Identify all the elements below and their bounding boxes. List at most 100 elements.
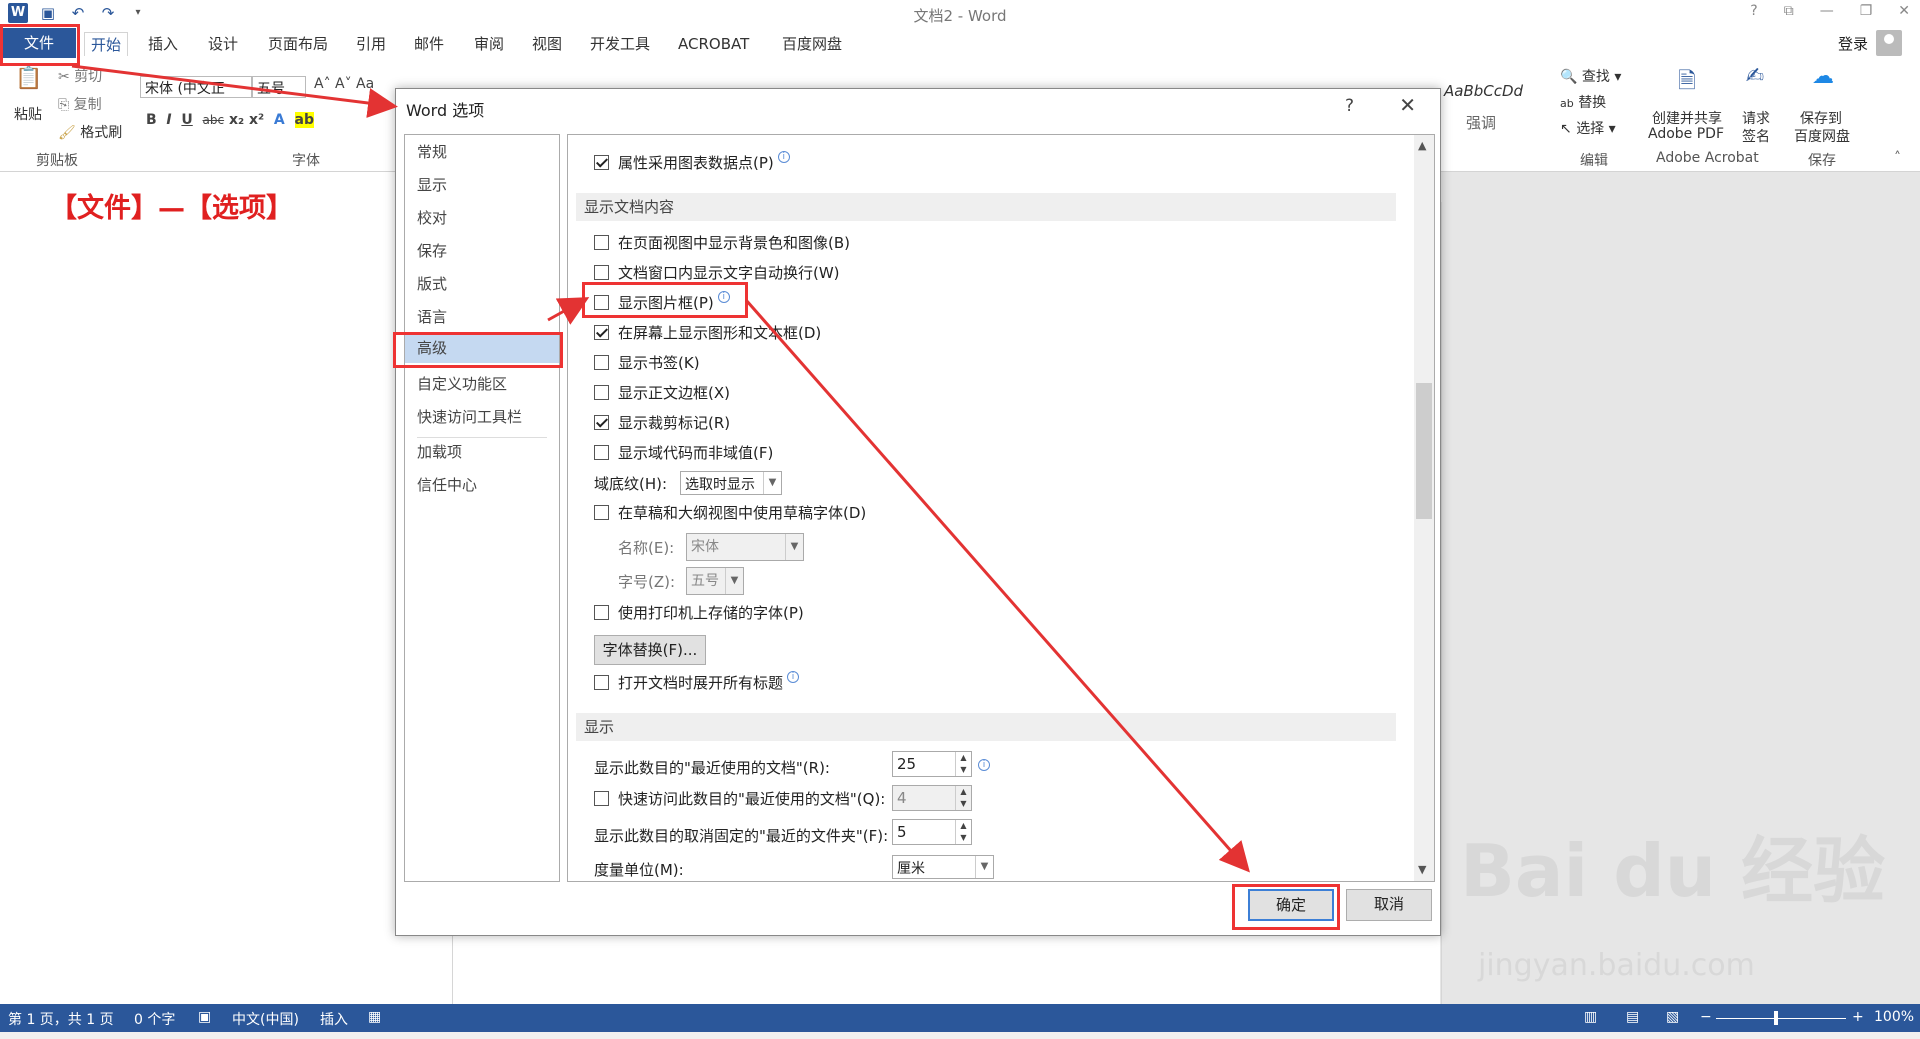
font-substitution-button[interactable]: 字体替换(F)...	[594, 635, 706, 665]
language-status[interactable]: 中文(中国)	[232, 1009, 299, 1029]
nav-trust-center[interactable]: 信任中心	[405, 470, 559, 500]
checkbox[interactable]	[594, 604, 609, 620]
tab-acrobat[interactable]: ACROBAT	[672, 32, 755, 56]
macro-icon[interactable]: ▦	[368, 1009, 381, 1025]
help-button[interactable]: ?	[1750, 3, 1757, 19]
tab-home[interactable]: 开始	[84, 32, 129, 56]
dialog-help-button[interactable]: ?	[1345, 96, 1354, 116]
option-picture-placeholders[interactable]: 显示图片框(P) i	[594, 291, 730, 313]
tab-view[interactable]: 视图	[526, 32, 568, 56]
sign-in[interactable]: 登录	[1838, 30, 1902, 56]
style-sample[interactable]: AaBbCcDd	[1444, 82, 1523, 100]
zoom-slider-thumb[interactable]	[1774, 1011, 1778, 1025]
tab-layout[interactable]: 页面布局	[262, 32, 334, 56]
print-layout-icon[interactable]: ▤	[1626, 1009, 1639, 1025]
checkbox[interactable]	[594, 384, 609, 400]
request-label[interactable]: 请求	[1742, 108, 1770, 128]
option-field-codes[interactable]: 显示域代码而非域值(F)	[594, 441, 773, 463]
draft-font-size-select[interactable]: 五号 ▼	[686, 567, 744, 595]
copy-button[interactable]: ⎘ 复制	[58, 94, 102, 114]
checkbox[interactable]	[594, 790, 609, 806]
option-drawings-textboxes[interactable]: 在屏幕上显示图形和文本框(D)	[594, 321, 821, 343]
option-expand-headings[interactable]: 打开文档时展开所有标题 i	[594, 671, 800, 693]
proofing-icon[interactable]: ▣	[198, 1009, 211, 1025]
nav-general[interactable]: 常规	[405, 137, 559, 167]
option-quick-access-recent[interactable]: 快速访问此数目的"最近使用的文档"(Q):	[594, 787, 885, 809]
nav-language[interactable]: 语言	[405, 302, 559, 332]
checkbox-checked[interactable]	[594, 414, 609, 430]
scroll-down-icon[interactable]: ▼	[1418, 863, 1426, 876]
format-painter-button[interactable]: 🖌 格式刷	[58, 122, 122, 142]
nav-advanced[interactable]: 高级	[405, 333, 559, 363]
font-format-buttons[interactable]: B I U abc x₂ x² A ab	[146, 112, 314, 128]
scroll-up-icon[interactable]: ▲	[1418, 139, 1426, 152]
ribbon-display-icon[interactable]: ⧉	[1784, 3, 1794, 19]
sign-label[interactable]: 签名	[1742, 126, 1770, 146]
zoom-slider[interactable]	[1716, 1018, 1846, 1019]
nav-display[interactable]: 显示	[405, 170, 559, 200]
recent-docs-spinner[interactable]: 25 ▲ ▼	[892, 751, 972, 777]
tab-review[interactable]: 审阅	[468, 32, 510, 56]
create-pdf-label[interactable]: 创建并共享	[1652, 108, 1722, 128]
dialog-close-icon[interactable]: ✕	[1399, 93, 1416, 117]
checkbox[interactable]	[594, 504, 609, 520]
nav-typography[interactable]: 版式	[405, 269, 559, 299]
option-text-wrap[interactable]: 文档窗口内显示文字自动换行(W)	[594, 261, 840, 283]
quick-access-spinner[interactable]: 4 ▲ ▼	[892, 785, 972, 811]
checkbox-checked[interactable]	[594, 154, 609, 170]
tab-mailings[interactable]: 邮件	[408, 32, 450, 56]
baidu-pan-icon[interactable]: ☁	[1808, 64, 1838, 94]
cancel-button[interactable]: 取消	[1346, 889, 1432, 921]
spinner-arrows-icon[interactable]: ▲ ▼	[955, 786, 971, 810]
content-scrollbar[interactable]: ▲ ▼	[1414, 135, 1434, 881]
unpinned-folders-spinner[interactable]: 5 ▲ ▼	[892, 819, 972, 845]
word-count[interactable]: 0 个字	[134, 1009, 175, 1029]
paste-icon[interactable]: 📋	[14, 66, 44, 96]
web-layout-icon[interactable]: ▧	[1666, 1009, 1679, 1025]
close-icon[interactable]: ✕	[1898, 3, 1910, 19]
spinner-arrows-icon[interactable]: ▲ ▼	[955, 820, 971, 844]
option-bookmarks[interactable]: 显示书签(K)	[594, 351, 700, 373]
option-text-boundaries[interactable]: 显示正文边框(X)	[594, 381, 730, 403]
save-to-label[interactable]: 保存到	[1800, 108, 1842, 128]
tab-references[interactable]: 引用	[350, 32, 392, 56]
chart-data-points-option[interactable]: 属性采用图表数据点(P) i	[594, 151, 790, 173]
insert-mode[interactable]: 插入	[320, 1009, 348, 1029]
tab-developer[interactable]: 开发工具	[584, 32, 656, 56]
nav-quick-access-toolbar[interactable]: 快速访问工具栏	[405, 402, 559, 432]
scrollbar-thumb[interactable]	[1416, 383, 1432, 519]
style-emphasis[interactable]: 强调	[1466, 112, 1496, 133]
font-name-select[interactable]: 宋体 (中文正	[140, 76, 252, 98]
create-pdf-icon[interactable]: 🗎	[1672, 64, 1702, 94]
checkbox[interactable]	[594, 444, 609, 460]
find-button[interactable]: 🔍 查找 ▾	[1560, 66, 1621, 86]
collapse-ribbon-icon[interactable]: ˄	[1894, 150, 1901, 166]
tab-file[interactable]: 文件	[2, 28, 76, 58]
checkbox-checked[interactable]	[594, 324, 609, 340]
cut-button[interactable]: ✂ 剪切	[58, 66, 102, 86]
baidu-pan-label[interactable]: 百度网盘	[1794, 126, 1850, 146]
page-count[interactable]: 第 1 页，共 1 页	[8, 1009, 114, 1029]
font-size-select[interactable]: 五号	[252, 76, 306, 98]
minimize-icon[interactable]: —	[1820, 3, 1834, 19]
grow-font-icon[interactable]: A˄ A˅ Aa	[314, 76, 374, 92]
tab-baidu[interactable]: 百度网盘	[776, 32, 848, 56]
nav-customize-ribbon[interactable]: 自定义功能区	[405, 369, 559, 399]
nav-add-ins[interactable]: 加载项	[405, 437, 559, 467]
adobe-pdf-label[interactable]: Adobe PDF	[1648, 126, 1724, 142]
ok-button[interactable]: 确定	[1248, 889, 1334, 921]
tab-insert[interactable]: 插入	[142, 32, 184, 56]
spinner-arrows-icon[interactable]: ▲ ▼	[955, 752, 971, 776]
checkbox[interactable]	[594, 264, 609, 280]
checkbox[interactable]	[594, 674, 609, 690]
paste-button[interactable]: 粘贴	[14, 104, 42, 124]
draft-font-name-select[interactable]: 宋体 ▼	[686, 533, 804, 561]
zoom-in-icon[interactable]: +	[1852, 1009, 1864, 1025]
zoom-out-icon[interactable]: −	[1700, 1009, 1712, 1025]
tab-design[interactable]: 设计	[202, 32, 244, 56]
checkbox[interactable]	[594, 234, 609, 250]
nav-proofing[interactable]: 校对	[405, 203, 559, 233]
checkbox[interactable]	[594, 294, 609, 310]
units-select[interactable]: 厘米 ▼	[892, 855, 994, 879]
restore-icon[interactable]: ❐	[1860, 3, 1873, 19]
